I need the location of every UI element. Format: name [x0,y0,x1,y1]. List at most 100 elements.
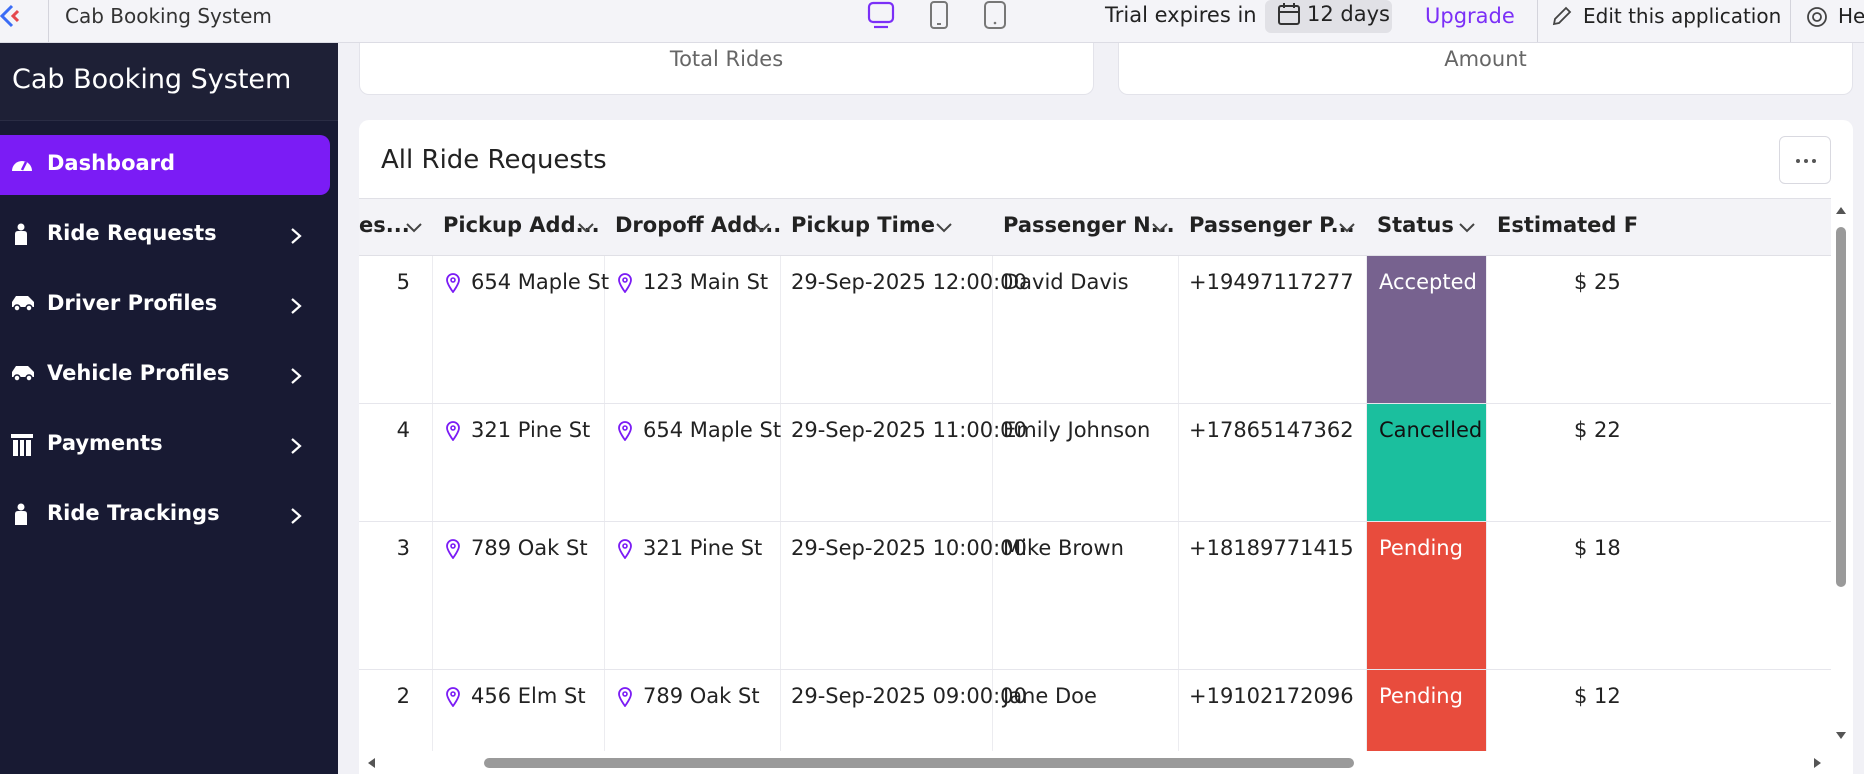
tablet-view-icon[interactable] [924,0,954,30]
dropoff-cell: 654 Maple St [605,404,781,521]
total-rides-label: Total Rides [669,47,784,71]
sidebar-item-payments[interactable]: Payments [0,415,330,475]
vertical-scroll-thumb[interactable] [1836,227,1846,587]
sidebar: Cab Booking System Dashboard Ride Reques… [0,43,338,774]
table-row[interactable]: 4 321 Pine St 654 Maple St 29-Sep-2025 1… [359,404,1831,522]
id-cell: 2 [359,670,433,751]
id-value: 2 [396,684,410,708]
dropoff-value: 654 Maple St [643,418,782,442]
time-value: 29-Sep-2025 09:00:00 [791,684,1027,708]
vertical-scrollbar[interactable] [1833,205,1849,751]
person-icon [15,223,27,245]
column-header[interactable]: Pickup Add... [433,199,605,257]
fare-value: $ 25 [1574,270,1621,294]
sidebar-item-driver-profiles[interactable]: Driver Profiles [0,275,330,335]
column-header[interactable]: Passenger P... [1179,199,1367,257]
amount-card: Amount [1118,43,1853,95]
chevron-down-icon [1459,223,1475,233]
pickup-value: 321 Pine St [471,418,591,442]
status-badge: Pending [1367,522,1487,669]
fare-cell: $ 12 [1487,670,1831,751]
fare-cell: $ 25 [1487,256,1831,403]
sidebar-item-ride-requests[interactable]: Ride Requests [0,205,330,265]
sidebar-item-vehicle-profiles[interactable]: Vehicle Profiles [0,345,330,405]
chevron-right-icon [291,508,302,524]
time-cell: 29-Sep-2025 09:00:00 [781,670,1027,751]
column-header[interactable]: es... [359,199,433,257]
scroll-up-icon[interactable] [1835,205,1847,215]
upgrade-link[interactable]: Upgrade [1425,4,1515,28]
sidebar-item-label: Driver Profiles [47,291,218,315]
trial-text: Trial expires in [1105,3,1257,27]
location-pin-icon [618,539,632,559]
status-value: Accepted [1379,270,1477,294]
location-pin-icon [446,273,460,293]
scroll-right-icon[interactable] [1813,757,1823,769]
name-cell: Emily Johnson [993,404,1179,521]
fare-value: $ 22 [1574,418,1621,442]
location-pin-icon [446,539,460,559]
time-cell: 29-Sep-2025 12:00:00 [781,256,1027,403]
id-cell: 3 [359,522,433,669]
time-value: 29-Sep-2025 11:00:00 [791,418,1027,442]
location-pin-icon [618,273,632,293]
horizontal-scroll-thumb[interactable] [484,758,1354,768]
id-cell: 4 [359,404,433,521]
sidebar-item-ride-trackings[interactable]: Ride Trackings [0,485,330,545]
column-header[interactable]: Pickup Time [781,199,993,257]
dropoff-cell: 321 Pine St [605,522,781,669]
divider [1790,0,1791,42]
dropoff-value: 789 Oak St [643,684,760,708]
sidebar-header: Cab Booking System [0,43,338,121]
table-row[interactable]: 5 654 Maple St 123 Main St 29-Sep-2025 1… [359,256,1831,404]
column-header[interactable]: Status [1367,199,1487,257]
status-value: Pending [1379,684,1463,708]
id-value: 3 [396,536,410,560]
total-rides-card: Total Rides [359,43,1094,95]
passenger-name: David Davis [1003,270,1129,294]
phone-cell: +19497117277 [1179,256,1367,403]
scroll-left-icon[interactable] [366,757,376,769]
more-icon [1812,159,1816,163]
mobile-view-icon[interactable] [980,0,1010,30]
columns-icon [11,434,33,456]
app-logo-icon [0,4,20,28]
passenger-phone: +18189771415 [1189,536,1354,560]
chevron-down-icon [936,223,952,233]
status-badge: Accepted [1367,256,1487,403]
sidebar-item-label: Payments [47,431,163,455]
column-header[interactable]: Estimated F [1487,199,1687,257]
location-pin-icon [618,421,632,441]
passenger-name: Mike Brown [1003,536,1124,560]
dropoff-cell: 123 Main St [605,256,781,403]
name-cell: David Davis [993,256,1179,403]
column-header[interactable]: Passenger N... [993,199,1179,257]
pickup-value: 789 Oak St [471,536,588,560]
sidebar-item-dashboard[interactable]: Dashboard [0,135,330,195]
ride-requests-panel: All Ride Requests es... Pickup Add... Dr… [359,120,1853,774]
pickup-cell: 321 Pine St [433,404,605,521]
ride-requests-table: es... Pickup Add... Dropoff Add... Picku… [359,198,1831,751]
horizontal-scrollbar[interactable] [359,751,1833,774]
column-header[interactable]: Dropoff Add... [605,199,781,257]
chevron-down-icon [1152,223,1168,233]
id-value: 4 [396,418,410,442]
chevron-right-icon [291,368,302,384]
desktop-view-icon[interactable] [866,0,896,30]
more-options-button[interactable] [1779,136,1831,184]
fare-cell: $ 22 [1487,404,1831,521]
table-row[interactable]: 3 789 Oak St 321 Pine St 29-Sep-2025 10:… [359,522,1831,670]
status-badge: Cancelled [1367,404,1487,521]
time-value: 29-Sep-2025 12:00:00 [791,270,1027,294]
trial-days: 12 days [1307,2,1390,26]
scroll-down-icon[interactable] [1835,731,1847,741]
pickup-value: 654 Maple St [471,270,610,294]
fare-value: $ 18 [1574,536,1621,560]
edit-application-label: Edit this application [1583,4,1782,28]
calendar-icon [1278,3,1300,25]
pickup-value: 456 Elm St [471,684,586,708]
id-value: 5 [396,270,410,294]
table-row[interactable]: 2 456 Elm St 789 Oak St 29-Sep-2025 09:0… [359,670,1831,751]
car-icon [12,296,34,312]
sidebar-item-label: Ride Requests [47,221,217,245]
